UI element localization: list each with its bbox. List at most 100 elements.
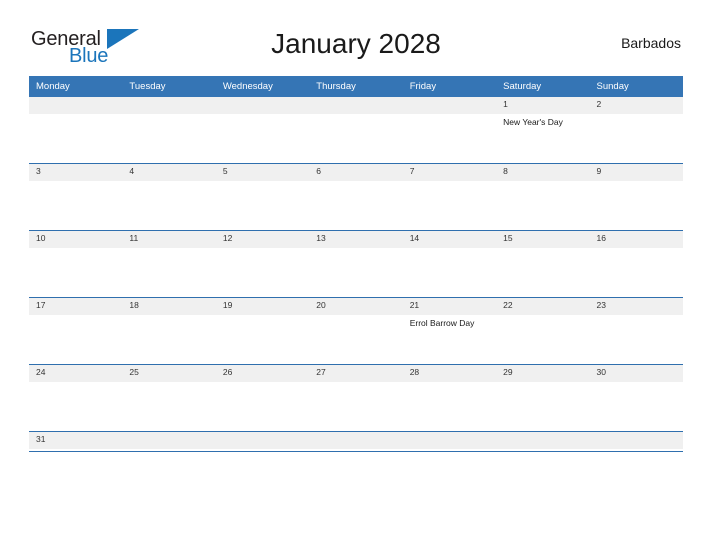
day-number: 1	[496, 97, 590, 114]
calendar-day-cell[interactable]	[309, 97, 403, 164]
day-number: 9	[589, 164, 683, 181]
calendar-day-cell[interactable]: 19	[215, 297, 310, 365]
day-event	[122, 181, 215, 184]
calendar-day-cell[interactable]: 7	[402, 163, 497, 231]
day-event	[496, 181, 589, 184]
calendar-day-cell[interactable]: 25	[122, 364, 216, 432]
calendar-body: 1 New Year's Day 2 3 4 5 6 7 8 9 10 11 1…	[29, 97, 683, 452]
day-number: 5	[215, 164, 310, 181]
calendar-day-cell[interactable]: 3	[29, 163, 123, 231]
day-number: 24	[29, 365, 123, 382]
day-event	[122, 382, 215, 385]
calendar-day-cell[interactable]: 15	[496, 230, 590, 298]
calendar-day-cell[interactable]: 10	[29, 230, 123, 298]
day-number: 17	[29, 298, 123, 315]
weekday-header-thursday: Thursday	[309, 76, 403, 97]
calendar-day-cell[interactable]: 5	[215, 163, 310, 231]
calendar-day-cell[interactable]: 4	[122, 163, 216, 231]
day-number	[122, 432, 216, 449]
calendar-day-cell[interactable]: 16	[589, 230, 683, 298]
day-event	[309, 382, 402, 385]
calendar-day-cell[interactable]: 20	[309, 297, 403, 365]
calendar-day-cell[interactable]: 18	[122, 297, 216, 365]
calendar-page: General Blue January 2028 Barbados Monda…	[0, 0, 712, 550]
calendar-week-row: 3 4 5 6 7 8 9	[29, 163, 683, 231]
day-number: 30	[589, 365, 683, 382]
calendar-day-cell[interactable]: 27	[309, 364, 403, 432]
calendar-day-cell[interactable]: 8	[496, 163, 590, 231]
weekday-header-tuesday: Tuesday	[122, 76, 216, 97]
calendar-day-cell[interactable]: 11	[122, 230, 216, 298]
calendar-day-cell[interactable]	[402, 97, 497, 164]
calendar-day-cell[interactable]	[402, 431, 497, 452]
calendar-day-cell[interactable]: 31	[29, 431, 123, 452]
calendar-day-cell[interactable]	[122, 431, 216, 452]
calendar-day-cell[interactable]: 6	[309, 163, 403, 231]
day-number: 2	[589, 97, 683, 114]
calendar-day-cell[interactable]	[215, 97, 310, 164]
calendar-day-cell[interactable]: 22	[496, 297, 590, 365]
day-event: New Year's Day	[503, 117, 563, 127]
day-number: 15	[496, 231, 590, 248]
day-number: 8	[496, 164, 590, 181]
calendar-day-cell[interactable]: 13	[309, 230, 403, 298]
day-event	[403, 114, 496, 117]
weekday-header-sunday: Sunday	[589, 76, 683, 97]
day-number: 28	[402, 365, 497, 382]
day-number: 25	[122, 365, 216, 382]
calendar-day-cell[interactable]: 17	[29, 297, 123, 365]
page-title: January 2028	[271, 28, 441, 59]
day-number: 10	[29, 231, 123, 248]
calendar-day-cell[interactable]: 30	[589, 364, 683, 432]
calendar-day-cell[interactable]: 21 Errol Barrow Day	[402, 297, 497, 365]
calendar-day-cell[interactable]	[29, 97, 123, 164]
calendar-day-cell[interactable]: 12	[215, 230, 310, 298]
day-number: 20	[309, 298, 403, 315]
calendar-week-row: 24 25 26 27 28 29 30	[29, 364, 683, 432]
calendar-day-cell[interactable]	[496, 431, 590, 452]
calendar-day-cell[interactable]: 14	[402, 230, 497, 298]
day-number	[29, 97, 123, 114]
day-number: 6	[309, 164, 403, 181]
weekday-header-friday: Friday	[402, 76, 497, 97]
calendar-week-row: 1 New Year's Day 2	[29, 97, 683, 164]
day-number: 29	[496, 365, 590, 382]
calendar-day-cell[interactable]: 2	[589, 97, 683, 164]
day-number: 14	[402, 231, 497, 248]
calendar-week-row: 31	[29, 431, 683, 452]
day-number	[309, 432, 403, 449]
day-number: 19	[215, 298, 310, 315]
calendar-day-cell[interactable]: 28	[402, 364, 497, 432]
calendar-day-cell[interactable]: 29	[496, 364, 590, 432]
calendar-day-cell[interactable]: 9	[589, 163, 683, 231]
day-event	[216, 248, 309, 251]
day-event	[122, 315, 215, 318]
day-number	[402, 432, 497, 449]
day-event	[590, 315, 683, 318]
day-number	[309, 97, 403, 114]
calendar-day-cell[interactable]: 23	[589, 297, 683, 365]
day-number: 12	[215, 231, 310, 248]
weekday-header-wednesday: Wednesday	[215, 76, 310, 97]
day-event	[403, 382, 496, 385]
calendar-day-cell[interactable]	[309, 431, 403, 452]
day-number: 31	[29, 432, 123, 449]
day-number	[589, 432, 683, 449]
calendar-week-row: 17 18 19 20 21 Errol Barrow Day 22 23	[29, 297, 683, 365]
day-number: 16	[589, 231, 683, 248]
calendar-day-cell[interactable]	[122, 97, 216, 164]
day-number: 22	[496, 298, 590, 315]
calendar-header-row: Monday Tuesday Wednesday Thursday Friday…	[29, 76, 683, 97]
day-number	[122, 97, 216, 114]
day-number: 7	[402, 164, 497, 181]
day-event	[496, 248, 589, 251]
calendar-day-cell[interactable]: 24	[29, 364, 123, 432]
day-number: 4	[122, 164, 216, 181]
calendar-day-cell[interactable]	[589, 431, 683, 452]
calendar-day-cell[interactable]: 26	[215, 364, 310, 432]
day-event	[29, 114, 122, 117]
calendar-day-cell[interactable]	[215, 431, 310, 452]
day-event	[29, 382, 122, 385]
calendar-day-cell[interactable]: 1 New Year's Day	[496, 97, 590, 164]
day-event	[590, 382, 683, 385]
